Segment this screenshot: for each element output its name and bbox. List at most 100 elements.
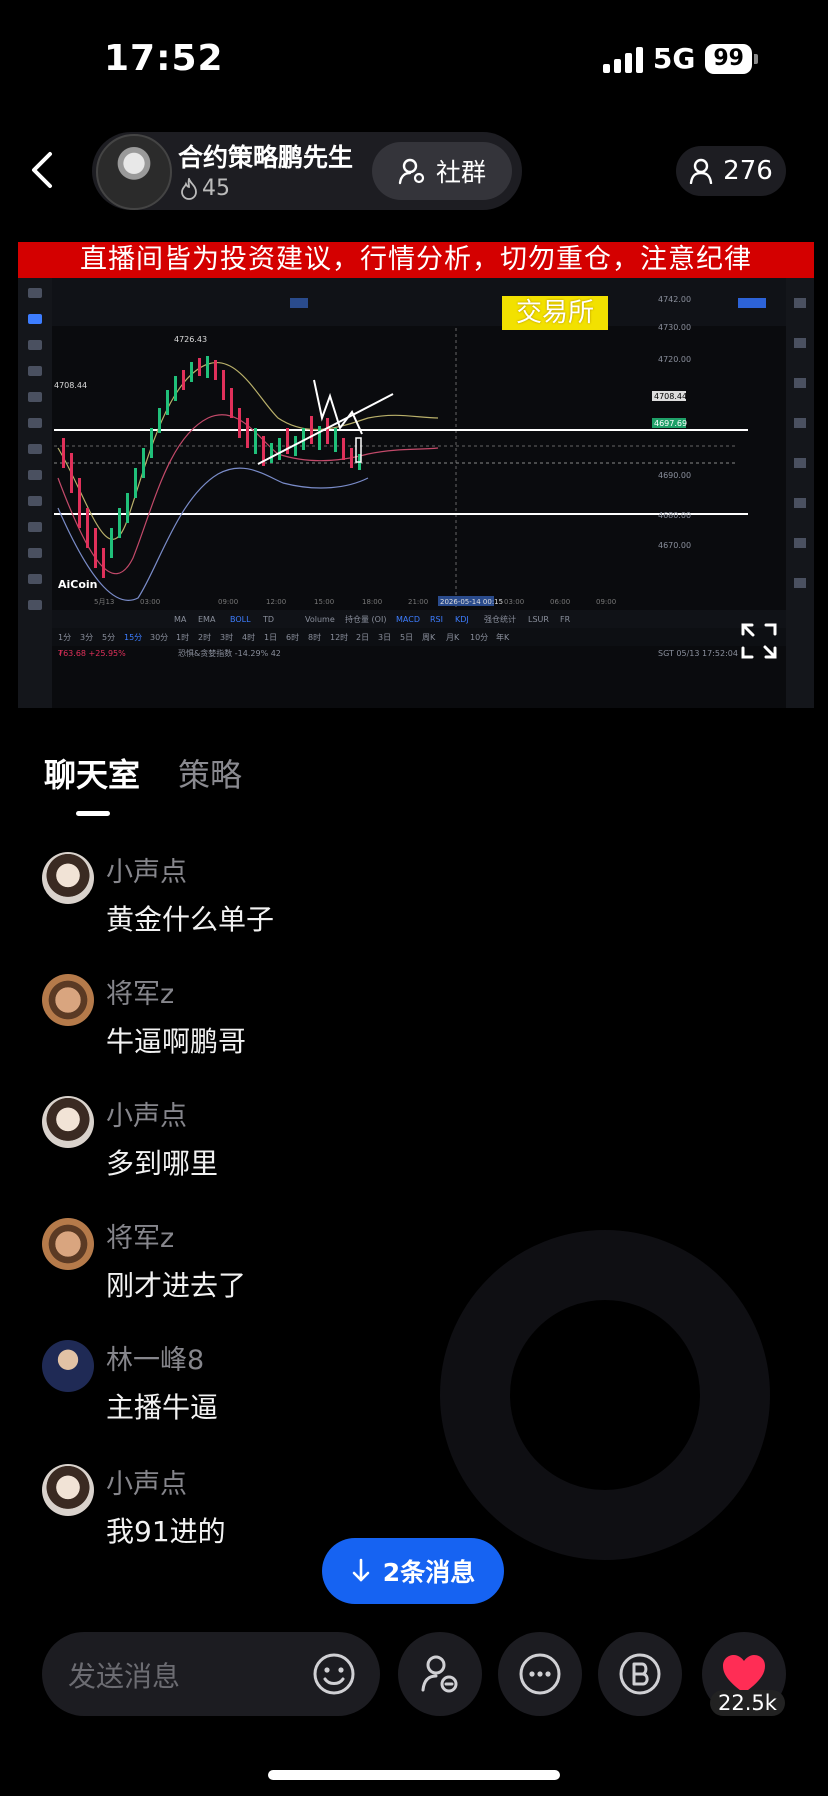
heart-icon <box>723 1655 765 1693</box>
period-tab: 1日 <box>264 633 277 642</box>
chat-username[interactable]: 小声点 <box>106 1094 187 1133</box>
indicator-tab: MACD <box>396 615 420 624</box>
time-tick: 18:00 <box>362 598 382 606</box>
disclaimer-banner: 直播间皆为投资建议，行情分析，切勿重仓，注意纪律 <box>18 242 814 278</box>
new-messages-button[interactable]: 2条消息 <box>322 1538 504 1604</box>
battery-icon: 99 <box>705 43 758 74</box>
message-input-placeholder: 发送消息 <box>68 1660 181 1693</box>
community-label: 社群 <box>435 158 486 187</box>
indicator-tab: BOLL <box>230 615 251 624</box>
period-tab: 月K <box>446 633 460 642</box>
user-avatar[interactable] <box>42 1340 94 1392</box>
time-tick: 06:00 <box>550 598 570 606</box>
exchange-label: 交易所 <box>502 296 608 330</box>
emoji-icon[interactable] <box>312 1652 356 1696</box>
chat-username[interactable]: 将军z <box>106 1216 174 1255</box>
period-tab: 5日 <box>400 633 413 642</box>
time-tick: 21:00 <box>408 598 428 606</box>
left-label: 4708.44 <box>54 381 87 390</box>
indicator-tab: LSUR <box>528 615 549 624</box>
more-button[interactable] <box>498 1632 582 1716</box>
footer-price: ₮63.68 +25.95% <box>58 649 126 658</box>
back-arrow-icon[interactable] <box>28 150 58 190</box>
time-tick: 09:00 <box>218 598 238 606</box>
period-tab: 30分 <box>150 633 168 642</box>
bitcoin-icon <box>619 1653 661 1695</box>
arrow-down-icon <box>352 1558 370 1582</box>
home-indicator[interactable] <box>268 1770 560 1780</box>
host-name: 合约策略鹏先生 <box>178 143 354 172</box>
tab-strategy[interactable]: 策略 <box>178 750 242 796</box>
time-tick: 5月13 <box>94 598 114 606</box>
person-icon <box>689 158 713 184</box>
aicoin-watermark: AiCoin <box>58 578 98 591</box>
indicator-tab: RSI <box>430 615 443 624</box>
indicator-tab: TD <box>262 615 274 624</box>
period-tab: 10分 <box>470 633 488 642</box>
period-tab: 3时 <box>220 632 233 642</box>
chat-text: 多到哪里 <box>106 1147 219 1180</box>
new-messages-label: 2条消息 <box>382 1558 476 1587</box>
chat-username[interactable]: 小声点 <box>106 1462 187 1501</box>
user-avatar[interactable] <box>42 1218 94 1270</box>
user-avatar[interactable] <box>42 1464 94 1516</box>
time-tick: 03:00 <box>504 598 524 606</box>
indicator-tab: 强仓统计 <box>484 614 516 624</box>
fear-greed-index: 恐惧&贪婪指数 -14.29% 42 <box>178 648 281 658</box>
signal-icon <box>602 45 643 73</box>
community-button[interactable]: 社群 <box>372 142 512 200</box>
connect-mic-button[interactable] <box>398 1632 482 1716</box>
period-tab: 1分 <box>58 633 71 642</box>
chat-username[interactable]: 将军z <box>106 972 174 1011</box>
live-video-stream[interactable]: 直播间皆为投资建议，行情分析，切勿重仓，注意纪律 4742.00 4730.00… <box>18 242 814 708</box>
period-tab: 15分 <box>124 633 142 642</box>
active-tab-indicator <box>76 811 110 816</box>
period-tab: 12时 <box>330 632 348 642</box>
user-connect-icon <box>421 1655 458 1693</box>
time-tick: 2026-05-14 00:15 <box>440 598 503 606</box>
more-dots-icon <box>519 1653 561 1695</box>
indicator-tab: Volume <box>305 615 335 624</box>
period-tab: 4时 <box>242 632 255 642</box>
status-indicators: 5G 99 <box>602 42 758 75</box>
period-tab: 8时 <box>308 632 321 642</box>
period-tab: 2日 <box>356 633 369 642</box>
chat-text: 黄金什么单子 <box>106 903 275 936</box>
price-tick: 4690.00 <box>658 471 691 480</box>
user-avatar[interactable] <box>42 1096 94 1148</box>
candlestick-chart-screen: 4742.00 4730.00 4720.00 4690.00 4680.00 … <box>18 278 814 708</box>
chat-text: 我91进的 <box>106 1515 226 1548</box>
price-tag-resistance: 4708.44 <box>654 392 687 401</box>
battery-level: 99 <box>705 43 752 74</box>
indicator-tab: EMA <box>198 615 216 624</box>
peak-label: 4726.43 <box>174 335 207 344</box>
price-tick: 4720.00 <box>658 355 691 364</box>
user-avatar[interactable] <box>42 974 94 1026</box>
chat-text: 牛逼啊鹏哥 <box>106 1025 247 1058</box>
time-tick: 09:00 <box>596 598 616 606</box>
viewer-count-pill[interactable]: 276 <box>676 146 786 196</box>
like-count: 22.5k <box>710 1690 785 1716</box>
tab-chat-room[interactable]: 聊天室 <box>44 750 140 796</box>
user-avatar[interactable] <box>42 852 94 904</box>
network-type: 5G <box>652 42 696 75</box>
price-tick: 4680.00 <box>658 511 691 520</box>
fullscreen-icon[interactable] <box>740 622 778 660</box>
time-tick: 03:00 <box>140 598 160 606</box>
viewer-count: 276 <box>723 156 773 186</box>
chat-text: 刚才进去了 <box>106 1269 247 1302</box>
indicator-tab: MA <box>174 615 187 624</box>
period-tab: 年K <box>496 632 510 642</box>
coin-button[interactable] <box>598 1632 682 1716</box>
host-avatar[interactable] <box>96 134 172 210</box>
host-heat: 45 <box>180 176 230 201</box>
background-watermark <box>440 1230 770 1560</box>
chat-username[interactable]: 小声点 <box>106 850 187 889</box>
period-tab: 3分 <box>80 633 93 642</box>
period-tab: 周K <box>422 633 436 642</box>
price-tick: 4730.00 <box>658 323 691 332</box>
chat-username[interactable]: 林一峰8 <box>106 1338 204 1377</box>
price-tag-current: 4697.69 <box>654 419 687 428</box>
status-time: 17:52 <box>104 38 224 79</box>
heat-count: 45 <box>202 176 230 201</box>
